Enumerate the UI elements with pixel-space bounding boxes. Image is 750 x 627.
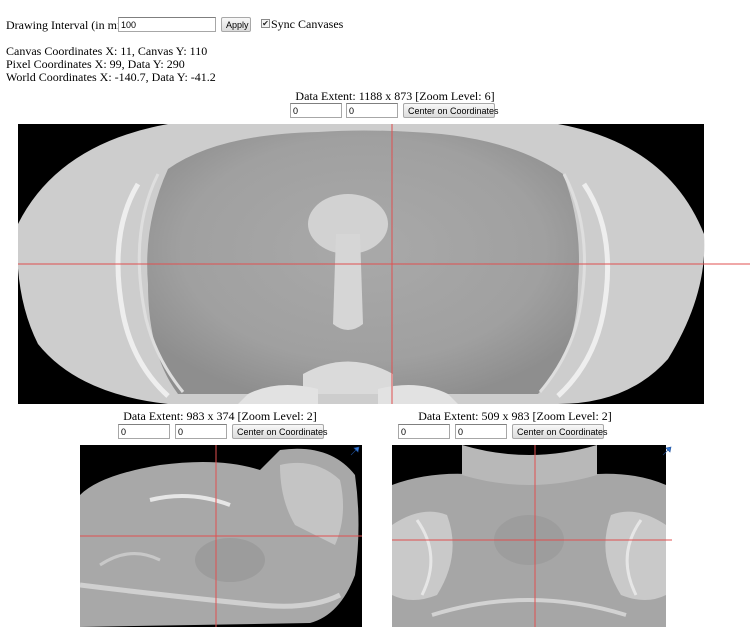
horizontal-canvas[interactable] — [392, 445, 672, 627]
sagittal-x-input[interactable] — [118, 424, 170, 439]
main-center-button[interactable]: Center on Coordinates — [403, 103, 499, 118]
interval-input[interactable] — [118, 17, 216, 32]
main-x-input[interactable] — [290, 103, 342, 118]
sagittal-data-extent: Data Extent: 983 x 374 [Zoom Level: 2] — [123, 409, 317, 423]
main-data-extent: Data Extent: 1188 x 873 [Zoom Level: 6] — [295, 89, 495, 103]
apply-button[interactable]: Apply — [221, 17, 251, 32]
sync-checkbox[interactable]: ✔ — [261, 19, 270, 28]
sync-label: Sync Canvases — [271, 17, 344, 31]
pixel-coordinates: Pixel Coordinates X: 99, Data Y: 290 — [6, 57, 185, 71]
horizontal-arrow-icon[interactable] — [662, 446, 672, 456]
horizontal-data-extent: Data Extent: 509 x 983 [Zoom Level: 2] — [418, 409, 612, 423]
sagittal-center-button[interactable]: Center on Coordinates — [232, 424, 328, 439]
horizontal-y-input[interactable] — [455, 424, 507, 439]
main-canvas[interactable] — [18, 124, 750, 404]
canvas-coordinates: Canvas Coordinates X: 11, Canvas Y: 110 — [6, 44, 208, 58]
sagittal-arrow-icon[interactable] — [350, 446, 360, 456]
sagittal-brain-slice — [80, 448, 359, 627]
main-y-input[interactable] — [346, 103, 398, 118]
horizontal-center-button[interactable]: Center on Coordinates — [512, 424, 608, 439]
sagittal-y-input[interactable] — [175, 424, 227, 439]
horizontal-x-input[interactable] — [398, 424, 450, 439]
world-coordinates: World Coordinates X: -140.7, Data Y: -41… — [6, 70, 216, 84]
sagittal-canvas[interactable] — [80, 445, 362, 627]
